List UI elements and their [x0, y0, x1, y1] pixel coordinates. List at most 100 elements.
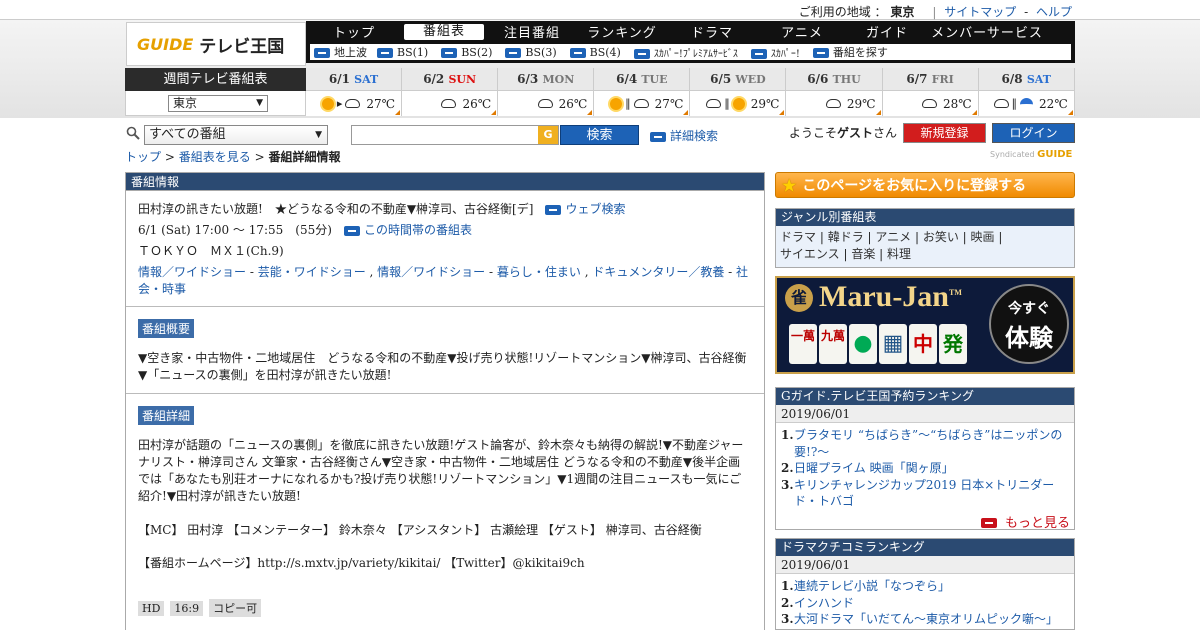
maru-jan-ad-banner[interactable]: 雀 Maru-JanTM 一萬 九萬 ● ▦ 中 発 今すぐ 体験: [775, 276, 1075, 374]
arrow-icon: [441, 47, 458, 58]
nav-anime[interactable]: アニメ: [752, 22, 852, 41]
genre-link[interactable]: 情報／ワイドショー: [138, 265, 246, 279]
genre-music[interactable]: 音楽: [851, 247, 875, 261]
day-cell[interactable]: 6/8 SAT ‖ 22℃: [978, 68, 1075, 116]
ranking-item[interactable]: 1. 連続テレビ小説「なつぞら」: [781, 578, 1069, 595]
day-temperature: 29℃: [846, 96, 876, 111]
nav-ranking[interactable]: ランキング: [572, 22, 672, 41]
ranking-item[interactable]: 2. インハンド: [781, 595, 1069, 612]
login-button[interactable]: ログイン: [992, 123, 1075, 143]
subnav-skyperfect-premium[interactable]: ｽｶﾊﾟｰ!ﾌﾟﾚﾐｱﾑｻｰﾋﾞｽ: [633, 45, 738, 60]
subnav-bs2[interactable]: BS(2): [441, 46, 492, 59]
subnav-bs3[interactable]: BS(3): [505, 46, 557, 59]
sun-icon: [732, 97, 745, 110]
genre-science[interactable]: サイエンス: [780, 247, 840, 261]
search-button[interactable]: 検索: [560, 125, 639, 145]
site-logo[interactable]: GUIDE テレビ王国: [126, 22, 306, 66]
day-weather: ▸ 27℃: [306, 91, 401, 116]
program-detail: 田村淳が話題の「ニュースの裏側」を徹底に訊きたい放題!ゲスト論客が、鈴木奈々も納…: [138, 438, 744, 503]
arrow-icon: [750, 49, 767, 59]
cloud-icon: [441, 99, 457, 108]
day-cell[interactable]: 6/6 THU 29℃: [786, 68, 883, 116]
subnav-terrestrial[interactable]: 地上波: [314, 44, 367, 60]
subnav-bs1[interactable]: BS(1): [377, 46, 428, 59]
genre-drama[interactable]: ドラマ: [780, 230, 816, 244]
ranking-item[interactable]: 2. 日曜プライム 映画「関ヶ原」: [781, 460, 1069, 477]
day-temperature: 26℃: [558, 96, 588, 111]
corner-marker-icon: [971, 110, 977, 115]
corner-marker-icon: [395, 110, 401, 115]
day-cell[interactable]: 6/4 TUE ‖ 27℃: [594, 68, 691, 116]
arrow-icon: [545, 204, 562, 215]
add-favorite-button[interactable]: ★ このページをお気に入りに登録する: [775, 172, 1075, 198]
category-select[interactable]: すべての番組 ▼: [144, 125, 328, 145]
genre-movie[interactable]: 映画: [971, 230, 995, 244]
day-header: 6/8 SAT: [978, 68, 1074, 91]
day-weekday: SAT: [1026, 73, 1051, 86]
separator-icon: ‖: [1011, 97, 1018, 110]
sitemap-link[interactable]: サイトマップ: [944, 5, 1016, 19]
web-search-link[interactable]: ウェブ検索: [545, 202, 625, 216]
genre-anime[interactable]: アニメ: [875, 230, 911, 244]
ranking-item[interactable]: 1. ブラタモリ “ちばらき”〜“ちばらき”はニッポンの要!?〜: [781, 427, 1069, 460]
genre-link[interactable]: 情報／ワイドショー: [377, 265, 485, 279]
nav-top[interactable]: トップ: [312, 22, 396, 41]
mahjong-tiles: 一萬 九萬 ● ▦ 中 発: [789, 324, 967, 364]
genre-kdrama[interactable]: 韓ドラ: [828, 230, 864, 244]
day-header: 6/4 TUE: [594, 68, 690, 91]
genre-link[interactable]: ドキュメンタリー／教養: [592, 265, 724, 279]
detail-tag: 番組詳細: [138, 406, 195, 425]
timeslot-link[interactable]: この時間帯の番組表: [343, 223, 472, 237]
ad-cta-button[interactable]: 今すぐ 体験: [989, 284, 1069, 364]
nav-featured[interactable]: 注目番組: [492, 22, 572, 41]
ranking-item[interactable]: 3. 大河ドラマ「いだてん～東京オリムピック噺～」: [781, 611, 1069, 628]
program-time: 6/1 (Sat) 17:00 ～ 17:55 (55分): [138, 223, 332, 237]
subnav-bs4[interactable]: BS(4): [569, 46, 621, 59]
day-cell[interactable]: 6/1 SAT ▸ 27℃: [306, 68, 403, 116]
utility-bar: ご利用の地域 ：東京 | サイトマップ - ヘルプ: [0, 0, 1200, 20]
day-cell[interactable]: 6/5 WED ‖ 29℃: [690, 68, 787, 116]
region-select[interactable]: 東京 ▼: [168, 95, 268, 112]
day-date: 6/4: [616, 72, 638, 86]
day-cell[interactable]: 6/3 MON 26℃: [498, 68, 595, 116]
day-cell[interactable]: 6/7 FRI 28℃: [882, 68, 979, 116]
more-link[interactable]: もっと見る: [776, 512, 1074, 531]
nav-member-service[interactable]: メンバーサービス: [922, 22, 1052, 41]
advanced-search-link[interactable]: 詳細検索: [650, 127, 718, 144]
breadcrumb-guide[interactable]: 番組表を見る: [179, 150, 251, 164]
program-labels: HD 16:9 コピー可: [138, 599, 752, 617]
mahjong-tile: 発: [939, 324, 967, 364]
drama-ranking-header: ドラマクチコミランキング: [776, 539, 1074, 556]
day-date: 6/5: [710, 72, 732, 86]
day-weather: 28℃: [883, 91, 978, 116]
sub-nav: 地上波 BS(1) BS(2) BS(3) BS(4) ｽｶﾊﾟｰ!ﾌﾟﾚﾐｱﾑ…: [306, 42, 1075, 63]
genre-link[interactable]: 芸能・ワイドショー: [258, 265, 366, 279]
nav-drama[interactable]: ドラマ: [672, 22, 752, 41]
search-input[interactable]: G: [351, 125, 559, 145]
genre-link[interactable]: 暮らし・住まい: [497, 265, 581, 279]
genre-guide-header: ジャンル別番組表: [776, 209, 1074, 226]
corner-marker-icon: [1067, 110, 1073, 115]
day-header: 6/3 MON: [498, 68, 594, 91]
day-cell[interactable]: 6/2 SUN 26℃: [402, 68, 499, 116]
sun-icon: [610, 97, 623, 110]
help-link[interactable]: ヘルプ: [1036, 5, 1072, 19]
program-summary-section: 番組概要 ▼空き家・中古物件・二地域居住 どうなる令和の不動産▼投げ売り状態!リ…: [126, 307, 764, 394]
register-button[interactable]: 新規登録: [903, 123, 986, 143]
subnav-skyperfect[interactable]: ｽｶﾊﾟｰ!: [750, 45, 800, 60]
nav-guide[interactable]: ガイド: [852, 22, 922, 41]
day-weekday: TUE: [641, 73, 668, 86]
subnav-find-program[interactable]: 番組を探す: [812, 44, 888, 60]
aspect-label: 16:9: [170, 601, 204, 616]
util-dash: -: [1024, 5, 1029, 19]
day-date: 6/1: [328, 72, 350, 86]
mahjong-tile: 九萬: [819, 324, 847, 364]
genre-cooking[interactable]: 料理: [887, 247, 911, 261]
mahjong-emblem-icon: 雀: [785, 284, 813, 312]
nav-program-guide[interactable]: 番組表: [404, 23, 484, 40]
breadcrumb-top[interactable]: トップ: [125, 150, 161, 164]
ranking-item[interactable]: 3. キリンチャレンジカップ2019 日本×トリニダード・トバゴ: [781, 477, 1069, 510]
day-header: 6/2 SUN: [402, 68, 498, 91]
day-header: 6/5 WED: [690, 68, 786, 91]
genre-comedy[interactable]: お笑い: [923, 230, 959, 244]
